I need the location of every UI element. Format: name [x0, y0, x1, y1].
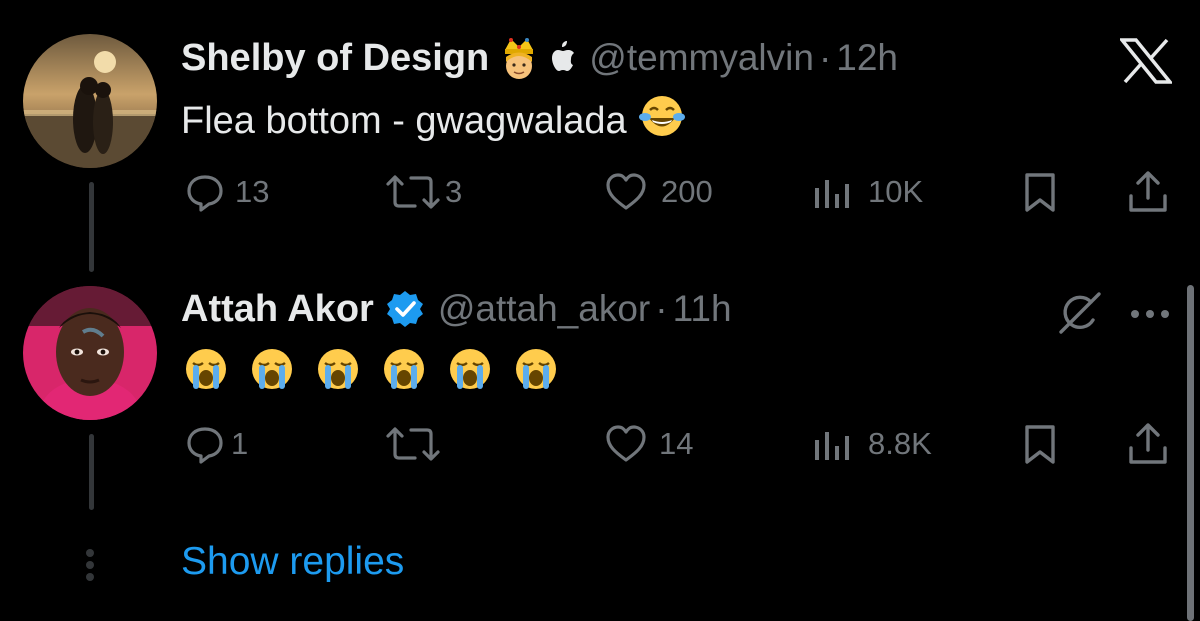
reply-count: 13: [235, 174, 270, 209]
reply-button[interactable]: 1: [185, 424, 248, 464]
loudly-crying-face-emoji: [249, 346, 295, 402]
views-button[interactable]: 10K: [812, 172, 923, 212]
share-icon: [1129, 171, 1167, 212]
tweet-text-body: Flea bottom - gwagwalada: [181, 99, 627, 142]
separator-dot: ·: [655, 288, 668, 329]
more-replies-dots: [86, 549, 94, 585]
views-button[interactable]: 8.8K: [812, 424, 932, 464]
like-count: 200: [661, 174, 713, 209]
repost-count: 3: [445, 174, 463, 209]
bookmark-button[interactable]: [1022, 172, 1058, 214]
loudly-crying-face-emoji: [183, 346, 229, 402]
tweet-header: Attah Akor @attah_akor · 11h: [181, 284, 732, 334]
bookmark-icon: [1025, 173, 1055, 212]
emoji-row: [183, 346, 579, 402]
loudly-crying-face-emoji: [447, 346, 493, 402]
reply-button[interactable]: 13: [185, 172, 269, 212]
thread-line: [89, 182, 94, 272]
share-button[interactable]: [1127, 170, 1169, 214]
scrollbar[interactable]: [1187, 285, 1194, 621]
separator-dot: ·: [818, 37, 832, 78]
grok-icon[interactable]: [1057, 290, 1103, 341]
loudly-crying-face-emoji: [315, 346, 361, 402]
face-with-tears-of-joy-emoji: [638, 93, 685, 149]
author-handle[interactable]: @attah_akor: [438, 288, 650, 330]
avatar-attah[interactable]: [23, 286, 157, 420]
repost-icon: [386, 175, 440, 209]
x-logo-icon[interactable]: [1118, 38, 1174, 89]
reply-icon: [187, 175, 223, 212]
bookmark-button[interactable]: [1022, 424, 1058, 466]
reply-count: 1: [231, 426, 249, 461]
heart-icon: [606, 425, 646, 462]
like-button[interactable]: 200: [605, 172, 713, 212]
repost-button[interactable]: [385, 424, 451, 464]
verified-badge-icon: [386, 290, 424, 328]
tweet-time[interactable]: 12h: [836, 37, 898, 79]
thread-line: [89, 434, 94, 510]
like-button[interactable]: 14: [605, 424, 693, 464]
more-icon[interactable]: [1130, 306, 1170, 324]
heart-icon: [606, 173, 646, 210]
author-handle[interactable]: @temmyalvin: [589, 37, 814, 79]
tweet-time[interactable]: 11h: [673, 288, 732, 330]
share-icon: [1129, 423, 1167, 464]
apple-icon: [547, 41, 577, 75]
repost-icon: [386, 427, 440, 461]
author-name[interactable]: Attah Akor: [181, 288, 374, 331]
views-count: 8.8K: [868, 426, 932, 461]
tweet-text: Flea bottom - gwagwalada: [181, 93, 685, 149]
show-replies-link[interactable]: Show replies: [181, 540, 404, 584]
views-count: 10K: [868, 174, 924, 209]
tweet-text: [183, 346, 579, 402]
loudly-crying-face-emoji: [381, 346, 427, 402]
repost-button[interactable]: 3: [385, 172, 462, 212]
avatar-shelby[interactable]: [23, 34, 157, 168]
loudly-crying-face-emoji: [513, 346, 559, 402]
views-icon: [815, 432, 849, 460]
author-name[interactable]: Shelby of Design: [181, 37, 489, 80]
bookmark-icon: [1025, 425, 1055, 464]
share-button[interactable]: [1127, 422, 1169, 466]
tweet-header: Shelby of Design @temmyalvin · 12h: [181, 33, 898, 83]
like-count: 14: [659, 426, 694, 461]
views-icon: [815, 180, 849, 208]
reply-icon: [187, 427, 223, 464]
prince-emoji: [499, 36, 539, 80]
